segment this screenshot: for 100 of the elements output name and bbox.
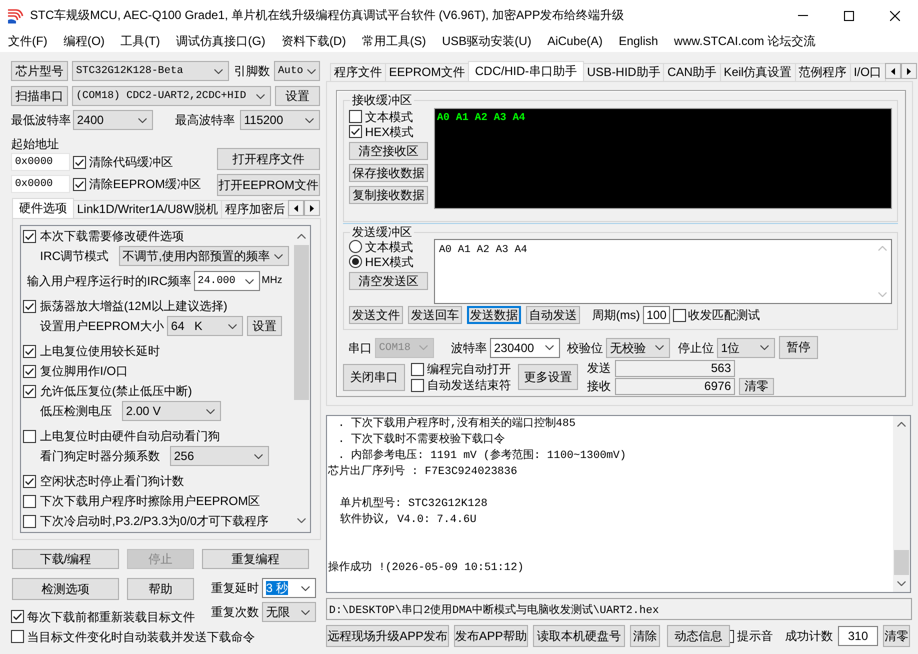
settings-button[interactable]: 设置 — [247, 316, 282, 336]
file-path-field[interactable]: D:\DESKTOP\串口2使用DMA中断模式与电脑收发测试\UART2.hex — [326, 598, 912, 620]
tab[interactable]: Keil仿真设置 — [720, 63, 796, 81]
chip-model-button[interactable]: 芯片型号 — [11, 61, 68, 81]
dropdown[interactable]: 不调节,使用内部预置的频率 — [118, 246, 290, 266]
checkbox[interactable] — [11, 630, 24, 643]
combo-box[interactable]: 24.000 — [194, 271, 260, 291]
receive-action-button[interactable]: 复制接收数据 — [349, 186, 428, 204]
tab[interactable]: 范例程序 — [794, 63, 851, 81]
action-button[interactable]: 帮助 — [127, 578, 194, 600]
scrollbar-thumb[interactable] — [294, 245, 309, 400]
checkbox[interactable] — [23, 230, 36, 242]
baud-rate-dropdown[interactable]: 2400 — [73, 110, 153, 130]
action-button[interactable]: 下载/编程 — [12, 549, 119, 569]
send-data-field[interactable]: A0 A1 A2 A3 A4 — [434, 239, 892, 304]
scrollbar-thumb[interactable] — [894, 550, 909, 575]
address-field[interactable]: 0x0000 — [11, 153, 70, 171]
checkbox[interactable] — [23, 384, 36, 398]
checkbox[interactable] — [73, 178, 86, 190]
menu-item[interactable]: English — [610, 32, 666, 51]
menu-item[interactable]: AiCube(A) — [539, 32, 611, 51]
menu-item[interactable]: 调试仿真接口(G) — [168, 32, 274, 51]
menu-item[interactable]: 文件(F) — [0, 32, 56, 51]
toolbar-button[interactable]: 远程现场升级APP发布 — [326, 625, 449, 647]
tab-scroll-right-button[interactable] — [304, 200, 320, 216]
checkbox[interactable] — [23, 514, 36, 528]
settings-button[interactable]: 设置 — [275, 86, 320, 106]
chip-model-dropdown[interactable]: STC32G12K128-Beta — [72, 61, 229, 81]
receive-action-button[interactable]: 清空接收区 — [349, 142, 428, 160]
tab[interactable]: CDC/HID-串口助手 — [468, 61, 584, 81]
menu-item[interactable]: 编程(O) — [55, 32, 113, 51]
receive-action-button[interactable]: 保存接收数据 — [349, 164, 428, 182]
toolbar-button[interactable]: 清除 — [630, 625, 660, 647]
parity-dropdown[interactable]: 无校验 — [606, 338, 670, 358]
checkbox[interactable] — [349, 125, 362, 138]
menu-item[interactable]: USB驱动安装(U) — [434, 32, 540, 51]
send-action-button[interactable]: 发送文件 — [349, 306, 403, 324]
tab[interactable]: I/O口 — [850, 63, 886, 81]
pin-count-dropdown[interactable]: Auto — [274, 61, 320, 81]
checkbox[interactable] — [411, 362, 424, 376]
tab[interactable]: 程序加密后 — [221, 200, 290, 218]
checkbox[interactable] — [23, 364, 36, 378]
serial-port-dropdown[interactable]: (COM18) CDC2-UART2,2CDC+HID — [72, 86, 271, 106]
clear-counter-button[interactable]: 清零 — [739, 378, 774, 394]
baud-rate-dropdown[interactable]: 230400 — [490, 338, 560, 358]
send-action-button[interactable]: 发送回车 — [408, 306, 462, 324]
tab[interactable]: EEPROM文件 — [385, 63, 470, 81]
pause-button[interactable]: 暂停 — [779, 336, 818, 359]
checkbox[interactable] — [673, 308, 686, 322]
menu-item[interactable]: 资料下载(D) — [273, 32, 354, 51]
tab-scroll-right-button[interactable] — [900, 63, 917, 79]
menu-item[interactable]: 工具(T) — [112, 32, 168, 51]
scan-port-button[interactable]: 扫描串口 — [11, 86, 68, 106]
dropdown[interactable]: 256 — [170, 446, 269, 466]
menu-item[interactable]: www.STCAI.com 论坛交流 — [666, 32, 824, 51]
clear-send-button[interactable]: 清空发送区 — [349, 272, 428, 290]
open-file-button[interactable]: 打开EEPROM文件 — [217, 174, 320, 196]
checkbox[interactable] — [730, 630, 734, 642]
checkbox[interactable] — [11, 610, 24, 623]
tab-scroll-left-button[interactable] — [884, 63, 901, 79]
radio-button[interactable] — [349, 255, 362, 268]
checkbox-label: 下次下载用户程序时擦除用户EEPROM区 — [40, 494, 260, 508]
tab[interactable]: USB-HID助手 — [583, 63, 664, 81]
toolbar-button[interactable]: 发布APP帮助 — [454, 625, 528, 647]
scrollbar[interactable] — [893, 416, 910, 592]
dropdown[interactable]: 2.00 V — [122, 401, 221, 421]
checkbox[interactable] — [23, 494, 36, 508]
send-action-button[interactable]: 发送数据 — [467, 306, 521, 324]
receive-data-area[interactable]: A0 A1 A2 A3 A4 — [434, 108, 892, 209]
tab[interactable]: 程序文件 — [330, 63, 386, 81]
tab[interactable]: 硬件选项 — [12, 198, 74, 218]
baud-rate-dropdown[interactable]: 115200 — [240, 110, 320, 130]
checkbox[interactable] — [23, 344, 36, 358]
repeat-delay-dropdown[interactable]: 3 秒 — [262, 578, 316, 598]
checkbox[interactable] — [411, 378, 424, 392]
checkbox[interactable] — [23, 474, 36, 488]
open-file-button[interactable]: 打开程序文件 — [217, 148, 320, 170]
checkbox[interactable] — [23, 300, 36, 312]
action-button[interactable]: 重复编程 — [202, 549, 309, 569]
close-port-button[interactable]: 关闭串口 — [343, 364, 405, 390]
log-line: 操作成功 !(2026-05-09 10:51:12) — [328, 560, 524, 576]
send-action-button[interactable]: 自动发送 — [526, 306, 580, 324]
checkbox[interactable] — [23, 430, 36, 442]
toolbar-button[interactable]: 动态信息 — [667, 625, 730, 647]
checkbox[interactable] — [73, 156, 86, 168]
action-button[interactable]: 检测选项 — [12, 578, 119, 600]
tab[interactable]: Link1D/Writer1A/U8W脱机 — [73, 200, 222, 218]
tab[interactable]: CAN助手 — [663, 63, 721, 81]
tab-scroll-left-button[interactable] — [288, 200, 304, 216]
clear-count-button[interactable]: 清零 — [883, 625, 910, 647]
stop-bits-dropdown[interactable]: 1位 — [717, 338, 775, 358]
radio-button[interactable] — [349, 240, 362, 253]
more-settings-button[interactable]: 更多设置 — [518, 364, 578, 390]
dropdown[interactable]: 64 K — [167, 316, 244, 336]
repeat-count-dropdown[interactable]: 无限 — [262, 602, 316, 622]
toolbar-button[interactable]: 读取本机硬盘号 — [533, 625, 625, 647]
address-field[interactable]: 0x0000 — [11, 175, 70, 193]
checkbox[interactable] — [349, 110, 362, 123]
menu-item[interactable]: 常用工具(S) — [354, 32, 434, 51]
period-field[interactable]: 100 — [643, 306, 670, 324]
